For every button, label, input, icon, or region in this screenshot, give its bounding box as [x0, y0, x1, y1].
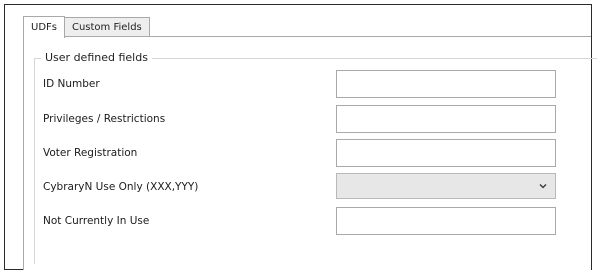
- chevron-down-icon: [539, 184, 547, 189]
- id-number-label: ID Number: [43, 78, 100, 90]
- tab-custom-fields-label: Custom Fields: [71, 22, 142, 33]
- id-number-input[interactable]: [336, 70, 556, 98]
- group-title: User defined fields: [41, 51, 152, 64]
- tab-udfs[interactable]: UDFs: [23, 16, 65, 38]
- tab-custom-fields[interactable]: Custom Fields: [63, 17, 150, 37]
- not-currently-in-use-label: Not Currently In Use: [43, 215, 150, 227]
- voter-registration-input[interactable]: [336, 139, 556, 167]
- field-row-voter-registration: Voter Registration: [35, 139, 597, 167]
- tab-udfs-label: UDFs: [31, 22, 57, 33]
- tab-strip: UDFs Custom Fields: [23, 15, 150, 38]
- field-row-privileges: Privileges / Restrictions: [35, 105, 597, 133]
- cybraryn-use-only-label: CybraryN Use Only (XXX,YYY): [43, 181, 199, 193]
- privileges-restrictions-label: Privileges / Restrictions: [43, 113, 166, 125]
- user-defined-fields-group: User defined fields ID Number Privileges…: [34, 51, 597, 264]
- tab-panel-udfs: User defined fields ID Number Privileges…: [23, 36, 597, 270]
- field-row-not-currently-in-use: Not Currently In Use: [35, 207, 597, 235]
- cybraryn-use-only-select[interactable]: [336, 173, 556, 199]
- field-row-cybraryn: CybraryN Use Only (XXX,YYY): [35, 173, 597, 201]
- not-currently-in-use-input[interactable]: [336, 207, 556, 235]
- privileges-restrictions-input[interactable]: [336, 105, 556, 133]
- field-row-id-number: ID Number: [35, 70, 597, 98]
- voter-registration-label: Voter Registration: [43, 147, 138, 159]
